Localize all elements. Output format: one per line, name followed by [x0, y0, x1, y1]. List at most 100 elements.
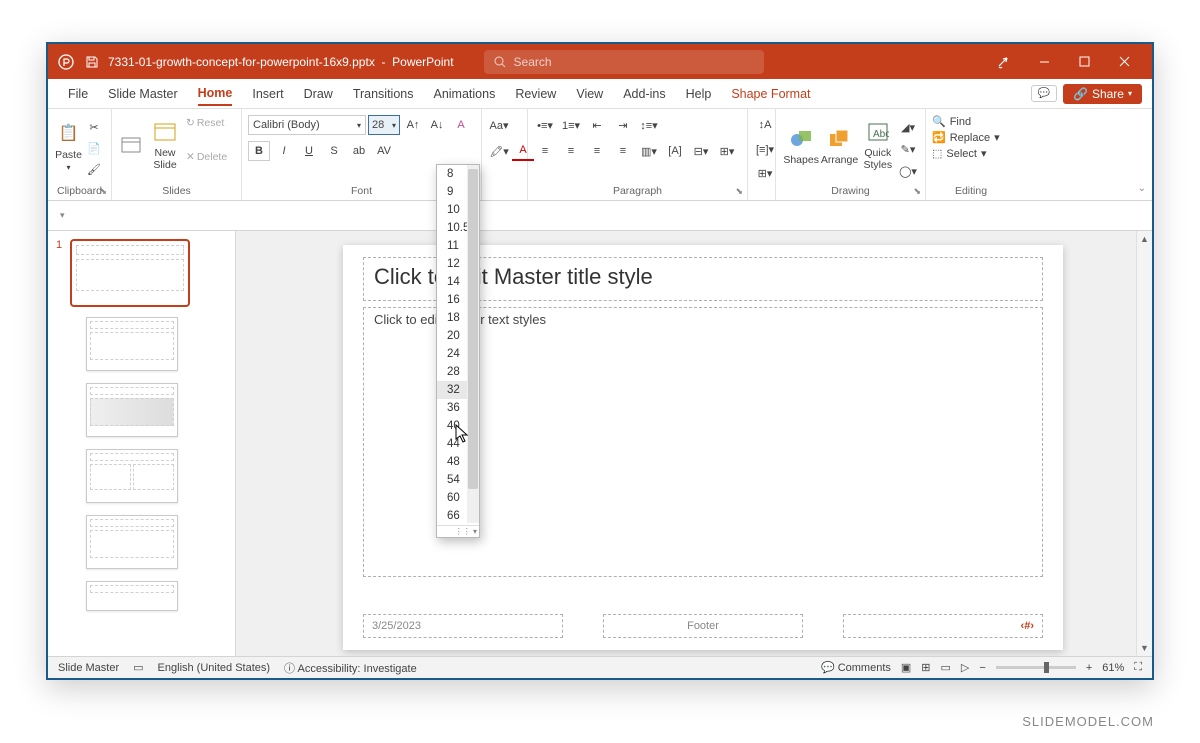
tab-help[interactable]: Help: [686, 83, 712, 105]
slidenum-placeholder[interactable]: ‹#›: [843, 614, 1043, 638]
tab-file[interactable]: File: [68, 83, 88, 105]
layout-thumbnail[interactable]: [86, 449, 178, 503]
font-size-combo[interactable]: 28▾: [368, 115, 400, 135]
quick-styles-button[interactable]: AbcQuick Styles: [859, 115, 897, 175]
close-button[interactable]: [1104, 46, 1144, 78]
columns-icon[interactable]: ▥▾: [638, 141, 660, 161]
scroll-down-icon[interactable]: ▼: [1137, 640, 1152, 656]
select-button[interactable]: ⬚Select ▾: [932, 147, 987, 160]
underline-button[interactable]: U: [298, 141, 320, 161]
status-notes-icon[interactable]: ▭: [133, 661, 143, 674]
shape-outline-icon[interactable]: ✎▾: [897, 139, 919, 159]
layout-button[interactable]: [118, 115, 144, 175]
comments-button[interactable]: 💬 Comments: [821, 661, 891, 674]
decrease-indent-icon[interactable]: ⇤: [586, 115, 608, 135]
cut-icon[interactable]: ✂: [83, 117, 105, 137]
minimize-button[interactable]: [1024, 46, 1064, 78]
shape-effects-icon[interactable]: ◯▾: [897, 161, 919, 181]
numbering-icon[interactable]: 1≡▾: [560, 115, 582, 135]
comments-icon[interactable]: 💬: [1031, 85, 1057, 102]
tab-shape-format[interactable]: Shape Format: [731, 83, 810, 105]
change-case-icon[interactable]: Aa▾: [488, 115, 510, 135]
layout-thumbnail[interactable]: [86, 581, 178, 611]
view-sorter-icon[interactable]: ⊞: [921, 661, 930, 674]
italic-button[interactable]: I: [273, 141, 295, 161]
vertical-scrollbar[interactable]: ▲ ▼: [1136, 231, 1152, 656]
find-button[interactable]: 🔍Find: [932, 115, 971, 128]
clear-format-icon[interactable]: A: [450, 115, 472, 135]
drawing-launcher[interactable]: ⬊: [913, 186, 921, 197]
bold-button[interactable]: B: [248, 141, 270, 161]
tab-slide-master[interactable]: Slide Master: [108, 83, 177, 105]
tab-view[interactable]: View: [576, 83, 603, 105]
view-normal-icon[interactable]: ▣: [901, 661, 911, 674]
date-placeholder[interactable]: 3/25/2023: [363, 614, 563, 638]
layout-thumbnail[interactable]: [86, 383, 178, 437]
tab-home[interactable]: Home: [198, 82, 233, 106]
smartart-icon[interactable]: ⊞▾: [716, 141, 738, 161]
zoom-slider[interactable]: [996, 666, 1076, 669]
footer-placeholder[interactable]: Footer: [603, 614, 803, 638]
status-accessibility[interactable]: ⓘ Accessibility: Investigate: [284, 660, 417, 676]
shapes-button[interactable]: Shapes: [782, 115, 820, 175]
fit-window-icon[interactable]: ⛶: [1134, 661, 1142, 674]
copy-icon[interactable]: 📄: [83, 138, 105, 158]
maximize-button[interactable]: [1064, 46, 1104, 78]
tab-addins[interactable]: Add-ins: [623, 83, 665, 105]
tab-animations[interactable]: Animations: [433, 83, 495, 105]
tab-draw[interactable]: Draw: [304, 83, 333, 105]
strikethrough-button[interactable]: S: [323, 141, 345, 161]
paste-button[interactable]: 📋 Paste▾: [54, 115, 83, 175]
convert-icon[interactable]: ⊞▾: [754, 163, 776, 183]
align-center-icon[interactable]: ≡: [560, 141, 582, 161]
scroll-up-icon[interactable]: ▲: [1137, 231, 1152, 247]
zoom-level[interactable]: 61%: [1102, 662, 1124, 674]
char-spacing-button[interactable]: AV: [373, 141, 395, 161]
decrease-font-icon[interactable]: A↓: [426, 115, 448, 135]
replace-button[interactable]: 🔁Replace ▾: [932, 131, 1000, 144]
arrange-button[interactable]: Arrange: [820, 115, 858, 175]
view-reading-icon[interactable]: ▭: [941, 661, 951, 674]
view-slideshow-icon[interactable]: ▷: [961, 661, 969, 674]
paragraph-launcher[interactable]: ⬊: [735, 186, 743, 197]
clipboard-launcher[interactable]: ⬊: [99, 186, 107, 197]
highlight-icon[interactable]: 🖍▾: [488, 141, 510, 161]
align-text-icon[interactable]: ⊟▾: [690, 141, 712, 161]
font-name-combo[interactable]: Calibri (Body)▾: [248, 115, 366, 135]
tab-transitions[interactable]: Transitions: [353, 83, 414, 105]
tab-insert[interactable]: Insert: [252, 83, 283, 105]
justify-icon[interactable]: ≡: [612, 141, 634, 161]
zoom-out-button[interactable]: −: [979, 662, 985, 674]
new-slide-button[interactable]: New Slide: [144, 115, 186, 175]
qat-customize-icon[interactable]: ▾: [60, 210, 65, 221]
shadow-button[interactable]: ab: [348, 141, 370, 161]
dropdown-resize-icon[interactable]: ⋮⋮ ▾: [437, 525, 479, 537]
tab-review[interactable]: Review: [515, 83, 556, 105]
increase-indent-icon[interactable]: ⇥: [612, 115, 634, 135]
save-icon[interactable]: [82, 52, 102, 72]
align-vert-icon[interactable]: [≡]▾: [754, 139, 776, 159]
bullets-icon[interactable]: •≡▾: [534, 115, 556, 135]
coming-soon-icon[interactable]: [984, 46, 1024, 78]
font-size-dropdown[interactable]: 8 9 10 10.5 11 12 14 16 18 20 24 28 32 3…: [436, 164, 480, 538]
align-right-icon[interactable]: ≡: [586, 141, 608, 161]
layout-thumbnail[interactable]: [86, 515, 178, 569]
format-painter-icon[interactable]: 🖌: [83, 159, 105, 179]
layout-thumbnail[interactable]: [86, 317, 178, 371]
thumbnail-panel[interactable]: 1: [48, 231, 236, 656]
text-direction2-icon[interactable]: ↕A: [754, 115, 776, 135]
reset-button[interactable]: ↻ Reset: [186, 117, 227, 129]
zoom-in-button[interactable]: +: [1086, 662, 1092, 674]
status-language[interactable]: English (United States): [158, 662, 271, 674]
dropdown-scroll-thumb[interactable]: [468, 169, 478, 489]
align-left-icon[interactable]: ≡: [534, 141, 556, 161]
delete-button[interactable]: ✕ Delete: [186, 151, 227, 163]
master-thumbnail[interactable]: [70, 239, 190, 307]
shape-fill-icon[interactable]: ◢▾: [897, 117, 919, 137]
share-button[interactable]: 🔗 Share ▾: [1063, 84, 1142, 104]
line-spacing-icon[interactable]: ↕≡▾: [638, 115, 660, 135]
collapse-ribbon-icon[interactable]: ⌄: [1138, 183, 1146, 194]
text-direction-icon[interactable]: [A]: [664, 141, 686, 161]
increase-font-icon[interactable]: A↑: [402, 115, 424, 135]
search-box[interactable]: Search: [484, 50, 764, 74]
